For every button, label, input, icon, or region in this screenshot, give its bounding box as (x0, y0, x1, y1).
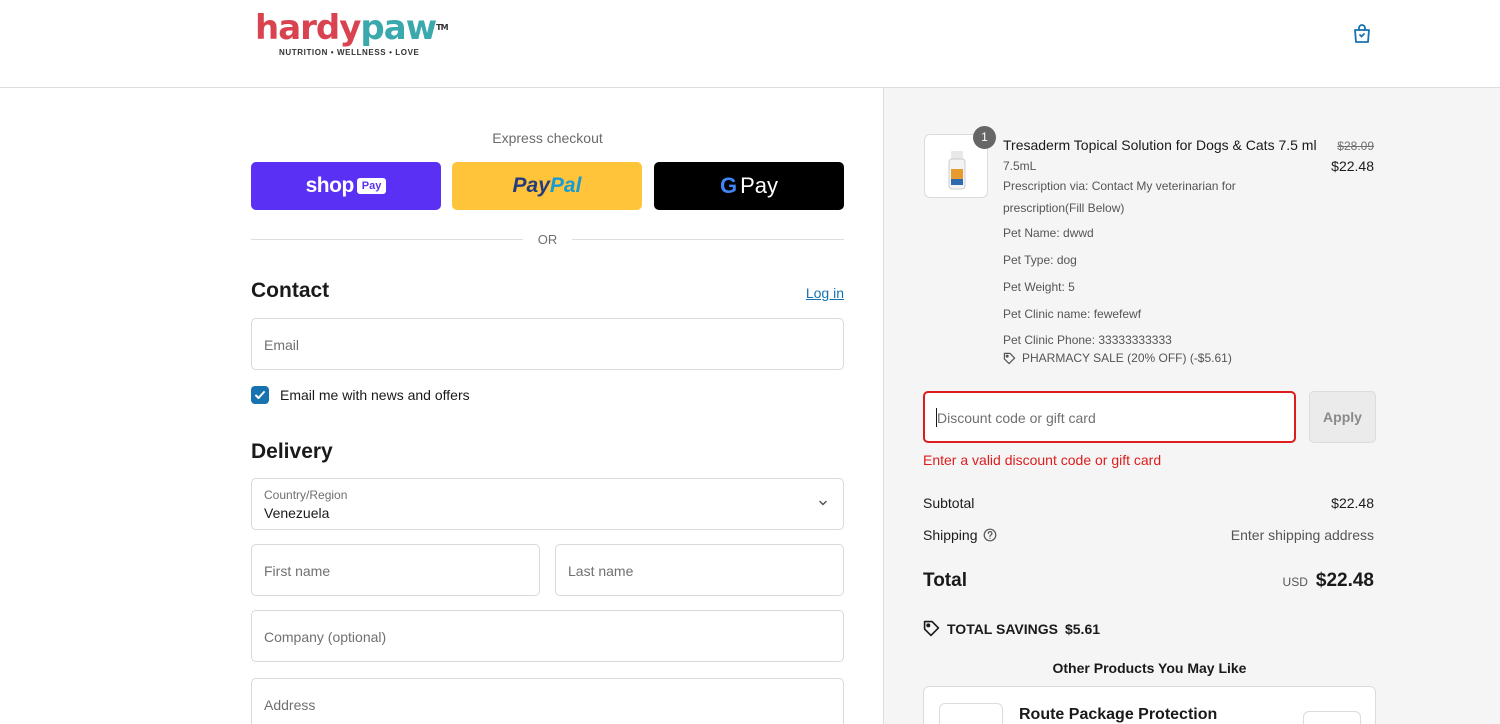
shipping-label-row: Shipping (923, 527, 997, 543)
news-checkbox-label: Email me with news and offers (280, 387, 470, 403)
or-divider: OR (251, 232, 844, 248)
news-opt-in-row[interactable]: Email me with news and offers (251, 385, 470, 405)
savings-tag-icon (923, 620, 940, 637)
shipping-value: Enter shipping address (1230, 527, 1374, 543)
pet-weight: Pet Weight: 5 (1003, 280, 1075, 294)
pet-clinic-phone: Pet Clinic Phone: 33333333333 (1003, 333, 1172, 347)
quantity-badge: 1 (973, 126, 996, 149)
company-field[interactable]: Company (optional) (251, 610, 844, 662)
divider-line-right (572, 239, 844, 240)
last-name-field[interactable]: Last name (555, 544, 844, 596)
currency-code: USD (1282, 575, 1308, 589)
header: hardypawTM NUTRITION • WELLNESS • LOVE (0, 0, 1500, 88)
google-pay-button[interactable]: G Pay (654, 162, 844, 210)
tag-icon (1003, 352, 1016, 364)
recommendation-name: Route Package Protection (1019, 706, 1218, 723)
product-variant: 7.5mL (1003, 159, 1037, 173)
address-field[interactable]: Address (251, 678, 844, 724)
prescription-line-2: prescription(Fill Below) (1003, 201, 1125, 215)
pet-name: Pet Name: dwwd (1003, 226, 1094, 240)
login-link[interactable]: Log in (806, 285, 844, 301)
shop-pay-button[interactable]: shop Pay (251, 162, 441, 210)
total-value: $22.48 (1315, 570, 1374, 591)
pet-type: Pet Type: dog (1003, 253, 1077, 267)
shopping-bag-icon[interactable] (1350, 22, 1374, 46)
recommendations-title: Other Products You May Like (1052, 660, 1247, 676)
prescription-line-1: Prescription via: Contact My veterinaria… (1003, 179, 1236, 193)
hardypaw-logo[interactable]: hardypawTM NUTRITION • WELLNESS • LOVE (255, 10, 485, 62)
recommendation-thumbnail (939, 703, 1003, 724)
discount-applied-row: PHARMACY SALE (20% OFF) (-$5.61) (1003, 351, 1232, 365)
contact-heading: Contact (251, 279, 330, 302)
discount-error-message: Enter a valid discount code or gift card (923, 452, 1162, 468)
total-amount: USD $22.48 (1283, 570, 1374, 592)
paypal-button[interactable]: PayPal (452, 162, 642, 210)
logo-wordmark: hardypawTM (255, 8, 449, 48)
total-label: Total (923, 570, 967, 591)
savings-value: $5.61 (1064, 620, 1101, 637)
original-price: $28.09 (1337, 139, 1374, 153)
subtotal-label: Subtotal (923, 495, 975, 511)
first-name-field[interactable]: First name (251, 544, 540, 596)
savings-label: TOTAL SAVINGS (947, 620, 1058, 637)
google-g-icon: G (719, 173, 738, 198)
logo-tagline: NUTRITION • WELLNESS • LOVE (279, 48, 420, 57)
add-recommendation-button[interactable] (1303, 711, 1361, 724)
express-checkout-title: Express checkout (492, 130, 603, 146)
discount-code-input[interactable]: Discount code or gift card (923, 391, 1296, 443)
apply-discount-button[interactable]: Apply (1309, 391, 1376, 443)
sale-price: $22.48 (1331, 158, 1374, 174)
recommendation-card: Route Package Protection (923, 686, 1376, 724)
delivery-heading: Delivery (251, 440, 333, 463)
country-select[interactable]: Country/Region Venezuela (251, 478, 844, 530)
subtotal-value: $22.48 (1331, 495, 1374, 511)
email-field[interactable]: Email (251, 318, 844, 370)
pet-clinic-name: Pet Clinic name: fewefewf (1003, 307, 1142, 321)
news-checkbox[interactable] (251, 386, 269, 404)
shipping-label: Shipping (923, 527, 978, 543)
total-savings-row: TOTAL SAVINGS $5.61 (923, 620, 1100, 637)
product-name: Tresaderm Topical Solution for Dogs & Ca… (1003, 137, 1317, 153)
chevron-down-icon (819, 500, 827, 506)
divider-line-left (251, 239, 523, 240)
order-summary: 1 Tresaderm Topical Solution for Dogs & … (883, 88, 1500, 724)
help-circle-icon[interactable] (983, 528, 997, 542)
or-label: OR (537, 232, 558, 247)
